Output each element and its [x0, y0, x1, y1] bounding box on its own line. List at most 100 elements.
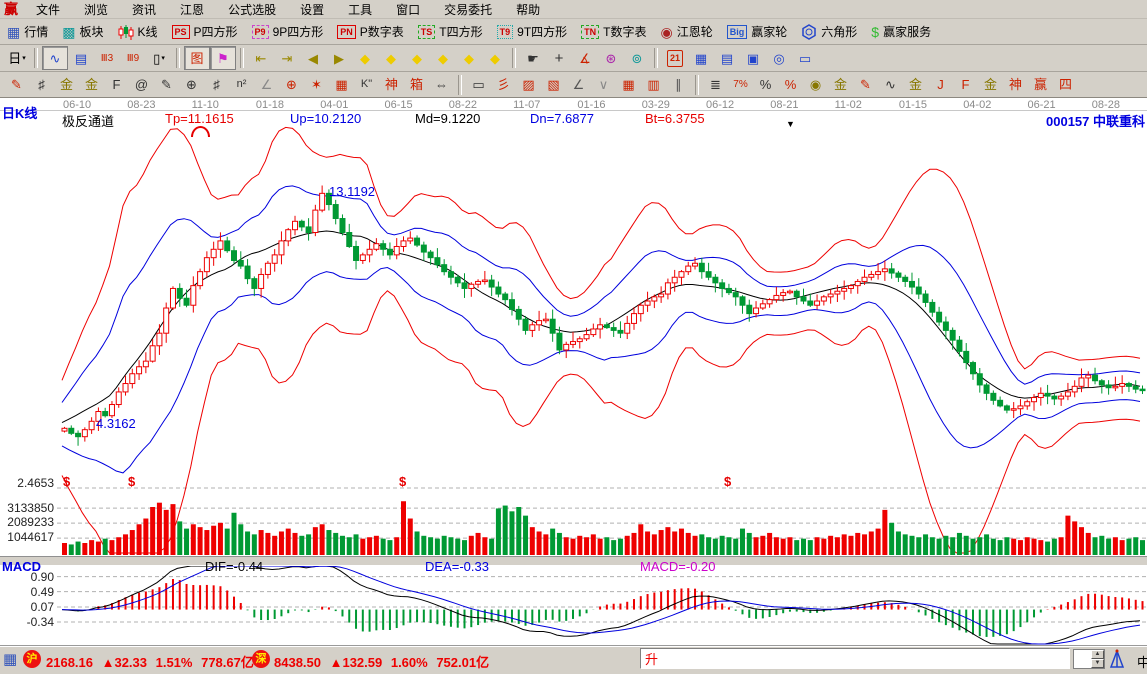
zone-chart-button[interactable]: ∿ — [42, 46, 68, 70]
step-prev-button[interactable]: ◀ — [300, 46, 326, 70]
value-spinner[interactable]: ▲ ▼ — [1073, 649, 1105, 669]
circle-grid-button[interactable]: ⊕ — [179, 73, 204, 97]
save-button[interactable]: ▣ — [740, 46, 766, 70]
dot-grid-1-button[interactable]: ▦ — [616, 73, 641, 97]
save-web-button[interactable]: ◎ — [766, 46, 792, 70]
info-board-button[interactable]: ▤ — [68, 46, 94, 70]
percent-line-button[interactable]: % — [778, 73, 803, 97]
module-winner-service[interactable]: $赢家服务 — [864, 21, 938, 43]
module-9p-square[interactable]: P99P四方形 — [245, 21, 331, 43]
box-grid-button[interactable]: 箱 — [404, 73, 429, 97]
gann-grid-button[interactable]: ♯ — [29, 73, 54, 97]
trend-lines-button[interactable]: ∠ — [566, 73, 591, 97]
calculator-button[interactable]: ▦ — [688, 46, 714, 70]
candle-style-button[interactable]: ▯▾ — [146, 46, 172, 70]
gold-underline-button[interactable]: 金 — [903, 73, 928, 97]
j-angle-button[interactable]: J — [928, 73, 953, 97]
menu-item-file[interactable]: 文件 — [24, 2, 72, 18]
spinner-down-icon[interactable]: ▼ — [1091, 659, 1104, 668]
angle-tool-button[interactable]: ∡ — [572, 46, 598, 70]
module-hexagon[interactable]: 六角形 — [794, 21, 864, 43]
calendar-button[interactable]: 21 — [662, 46, 688, 70]
percent-button[interactable]: % — [753, 73, 778, 97]
wave-tool-button[interactable]: ⊚ — [624, 46, 650, 70]
rays-corner-button[interactable]: ▧ — [541, 73, 566, 97]
bars-9-button[interactable]: Ⅲ9 — [120, 46, 146, 70]
rays-fan-button[interactable]: 彡 — [491, 73, 516, 97]
gann-shape-tool-button[interactable]: ⊛ — [598, 46, 624, 70]
menu-item-help[interactable]: 帮助 — [504, 2, 552, 18]
module-9t-square[interactable]: T99T四方形 — [490, 21, 575, 43]
star-grid-button[interactable]: ✶ — [304, 73, 329, 97]
menu-item-settings[interactable]: 设置 — [288, 2, 336, 18]
quote-table-icon[interactable]: ▦ — [3, 650, 17, 668]
k-quote-button[interactable]: K" — [354, 73, 379, 97]
parallel-lines-button[interactable]: ∥ — [666, 73, 691, 97]
angle-ruler-button[interactable]: ∠ — [254, 73, 279, 97]
module-t-square[interactable]: TST四方形 — [411, 21, 490, 43]
shenzhen-index-text[interactable]: 8438.50 ▲132.59 1.60% 752.01亿 — [274, 652, 489, 671]
diamond-left-button[interactable]: ◆ — [352, 46, 378, 70]
menu-item-tools[interactable]: 工具 — [336, 2, 384, 18]
wave-av-button[interactable]: ∿ — [878, 73, 903, 97]
period-label[interactable]: 日K线 — [2, 103, 37, 122]
period-day-button[interactable]: 日▾ — [4, 46, 30, 70]
dropdown-caret-icon[interactable]: ▾ — [161, 52, 165, 65]
module-gann-wheel[interactable]: ◉江恩轮 — [654, 21, 720, 43]
rays-box-button[interactable]: ▨ — [516, 73, 541, 97]
goto-last-button[interactable]: ⇥ — [274, 46, 300, 70]
four-angle-button[interactable]: 四 — [1053, 73, 1078, 97]
gold-grid-2-button[interactable]: 金 — [79, 73, 104, 97]
module-p-table[interactable]: PNP数字表 — [330, 21, 411, 43]
module-sectors[interactable]: ▩板块 — [55, 21, 110, 43]
figure-mode-button[interactable]: 图 — [184, 46, 210, 70]
pencil-button[interactable]: ✎ — [4, 73, 29, 97]
n2-grid-button[interactable]: n² — [229, 73, 254, 97]
pen-flag-button[interactable]: ✎ — [853, 73, 878, 97]
pencil-grid-button[interactable]: ✎ — [154, 73, 179, 97]
dot-grid-2-button[interactable]: ▥ — [641, 73, 666, 97]
module-t-table[interactable]: TNT数字表 — [574, 21, 653, 43]
menu-item-window[interactable]: 窗口 — [384, 2, 432, 18]
shanghai-index-text[interactable]: 2168.16 ▲32.33 1.51% 778.67亿 — [46, 652, 254, 671]
dropdown-caret-icon[interactable]: ▾ — [22, 52, 26, 65]
diamond-right-button[interactable]: ◆ — [378, 46, 404, 70]
percent-ruler-button[interactable]: 7% — [728, 73, 753, 97]
remote-pc-button[interactable]: ▭ — [792, 46, 818, 70]
module-quotes[interactable]: ▦行情 — [0, 21, 55, 43]
menu-item-news[interactable]: 资讯 — [120, 2, 168, 18]
gold-angle-button[interactable]: 金 — [978, 73, 1003, 97]
gann-grid-2-button[interactable]: ♯ — [204, 73, 229, 97]
notes-button[interactable]: ▤ — [714, 46, 740, 70]
shen-grid-button[interactable]: 神 — [379, 73, 404, 97]
module-winner-wheel[interactable]: Big赢家轮 — [720, 21, 795, 43]
crosshair-tool-button[interactable]: + — [546, 46, 572, 70]
diamond-expand-button[interactable]: ◆ — [430, 46, 456, 70]
hand-tool-button[interactable]: ☛ — [520, 46, 546, 70]
diamond-center-button[interactable]: ◆ — [456, 46, 482, 70]
step-next-button[interactable]: ▶ — [326, 46, 352, 70]
menu-item-trade-order[interactable]: 交易委托 — [432, 2, 504, 18]
pane-divider[interactable] — [0, 556, 1147, 566]
module-p-square[interactable]: PSP四方形 — [165, 21, 245, 43]
flag-mark-button[interactable]: ⚑ — [210, 46, 236, 70]
f-grid-button[interactable]: F — [104, 73, 129, 97]
stock-code-name[interactable]: 000157 中联重科 — [1005, 111, 1145, 130]
span-arrows-button[interactable]: ⇔ — [429, 73, 454, 97]
diamond-compress-button[interactable]: ◆ — [404, 46, 430, 70]
menu-item-formula-pick[interactable]: 公式选股 — [216, 2, 288, 18]
gold-circle-button[interactable]: ◉ — [803, 73, 828, 97]
chart-area[interactable]: 06-1008-2311-1001-1804-0106-1508-2211-07… — [0, 98, 1147, 645]
target-circle-button[interactable]: ⊕ — [279, 73, 304, 97]
gold-grid-1-button[interactable]: 金 — [54, 73, 79, 97]
gold-three-button[interactable]: 金 — [828, 73, 853, 97]
diamond-all-button[interactable]: ◆ — [482, 46, 508, 70]
module-kline[interactable]: K线 — [111, 21, 165, 43]
menu-item-gann[interactable]: 江恩 — [168, 2, 216, 18]
shen-angle-button[interactable]: 神 — [1003, 73, 1028, 97]
bars-3-button[interactable]: Ⅲ3 — [94, 46, 120, 70]
f-angle-button[interactable]: F — [953, 73, 978, 97]
connection-tower-icon[interactable] — [1108, 649, 1126, 669]
level-ruler-button[interactable]: ≣ — [703, 73, 728, 97]
goto-first-button[interactable]: ⇤ — [248, 46, 274, 70]
